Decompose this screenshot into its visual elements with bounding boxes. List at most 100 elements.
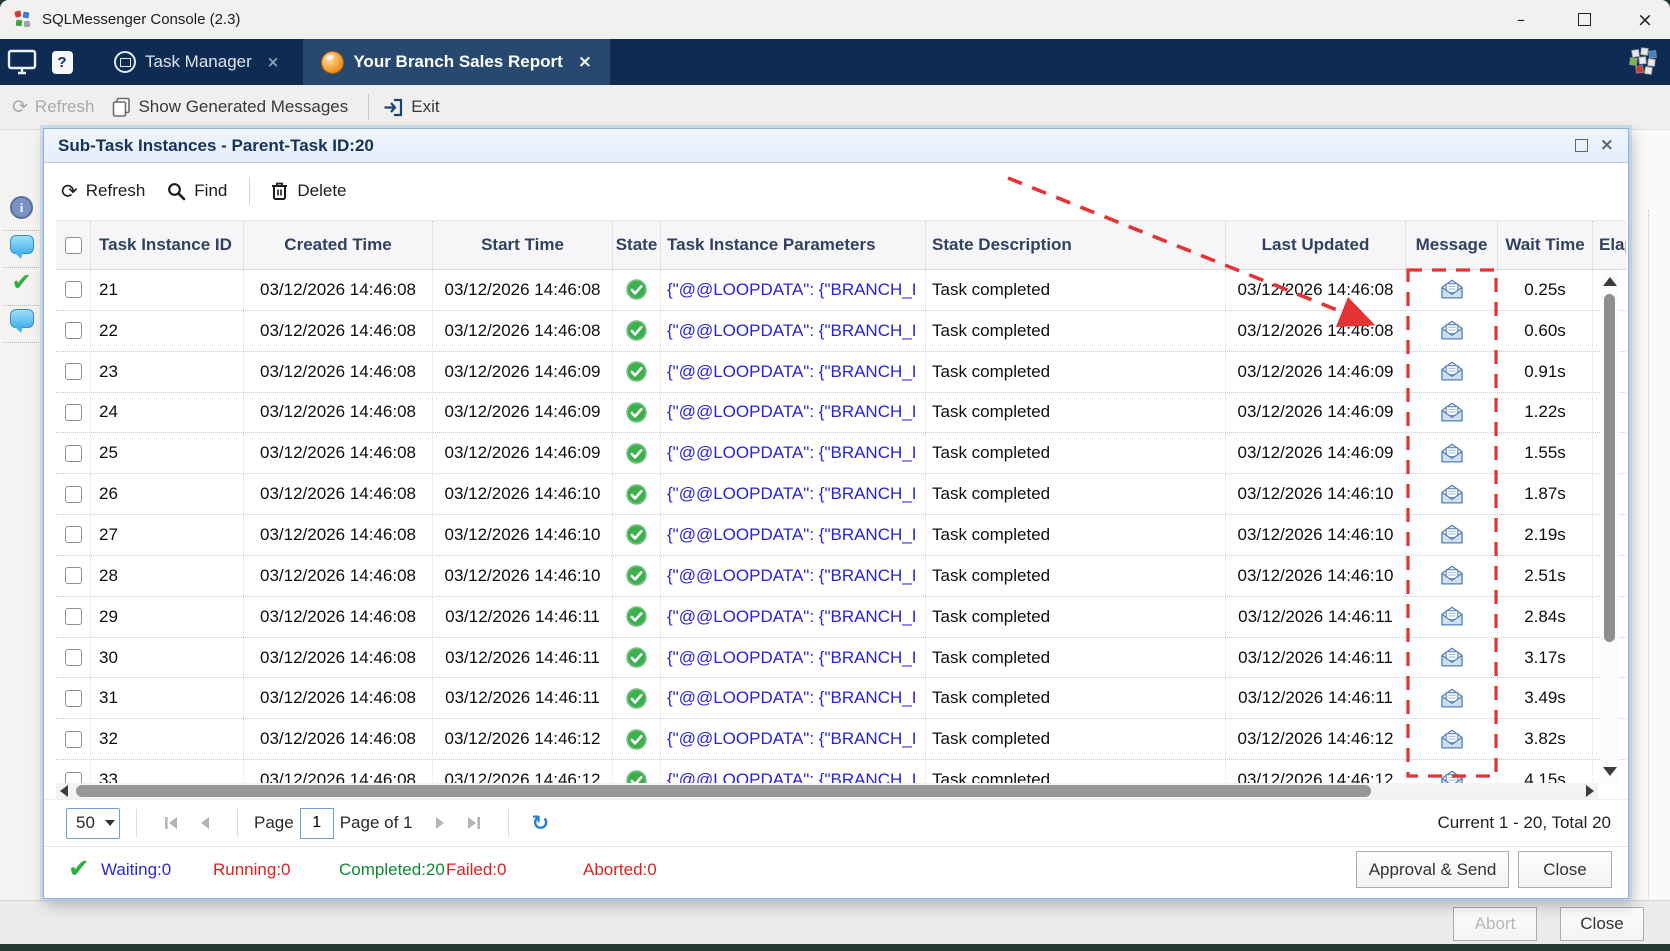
- page-number-input[interactable]: [300, 808, 334, 839]
- cell-task-instance-parameters[interactable]: {"@@LOOPDATA": {"BRANCH_I: [661, 311, 926, 351]
- message-envelope-icon[interactable]: [1440, 524, 1464, 545]
- row-checkbox[interactable]: [65, 363, 82, 380]
- row-checkbox[interactable]: [65, 486, 82, 503]
- col-wait-time[interactable]: Wait Time: [1498, 221, 1593, 269]
- dialog-maximize-icon[interactable]: [1575, 139, 1588, 152]
- row-checkbox[interactable]: [65, 281, 82, 298]
- row-checkbox[interactable]: [65, 445, 82, 462]
- row-checkbox[interactable]: [65, 649, 82, 666]
- table-row[interactable]: 21 03/12/2026 14:46:08 03/12/2026 14:46:…: [56, 270, 1626, 311]
- cell-task-instance-parameters[interactable]: {"@@LOOPDATA": {"BRANCH_I: [661, 474, 926, 514]
- message-envelope-icon[interactable]: [1440, 770, 1464, 783]
- message-envelope-icon[interactable]: [1440, 361, 1464, 382]
- abort-button[interactable]: Abort: [1453, 907, 1537, 941]
- cell-task-instance-parameters[interactable]: {"@@LOOPDATA": {"BRANCH_I: [661, 719, 926, 759]
- message-envelope-icon[interactable]: [1440, 729, 1464, 750]
- table-row[interactable]: 24 03/12/2026 14:46:08 03/12/2026 14:46:…: [56, 393, 1626, 434]
- cell-task-instance-parameters[interactable]: {"@@LOOPDATA": {"BRANCH_I: [661, 760, 926, 783]
- message-envelope-icon[interactable]: [1440, 647, 1464, 668]
- horizontal-scrollbar[interactable]: [56, 783, 1598, 799]
- cell-task-instance-parameters[interactable]: {"@@LOOPDATA": {"BRANCH_I: [661, 678, 926, 718]
- cell-task-instance-parameters[interactable]: {"@@LOOPDATA": {"BRANCH_I: [661, 433, 926, 473]
- select-all-checkbox[interactable]: [65, 237, 82, 254]
- table-row[interactable]: 25 03/12/2026 14:46:08 03/12/2026 14:46:…: [56, 433, 1626, 474]
- page-size-select[interactable]: 50: [66, 808, 120, 839]
- horizontal-scroll-thumb[interactable]: [76, 785, 1371, 797]
- check-icon[interactable]: ✔: [0, 270, 43, 294]
- message-envelope-icon[interactable]: [1440, 402, 1464, 423]
- tab-task-manager[interactable]: Task Manager ×: [96, 39, 297, 85]
- last-page-button[interactable]: [466, 816, 482, 830]
- console-monitor-icon[interactable]: [0, 39, 44, 85]
- close-button[interactable]: ×: [1619, 0, 1670, 39]
- cell-task-instance-parameters[interactable]: {"@@LOOPDATA": {"BRANCH_I: [661, 638, 926, 678]
- cell-task-instance-parameters[interactable]: {"@@LOOPDATA": {"BRANCH_I: [661, 270, 926, 310]
- col-state[interactable]: State: [613, 221, 661, 269]
- cell-task-instance-parameters[interactable]: {"@@LOOPDATA": {"BRANCH_I: [661, 597, 926, 637]
- scroll-left-arrow[interactable]: [60, 785, 68, 797]
- table-row[interactable]: 31 03/12/2026 14:46:08 03/12/2026 14:46:…: [56, 678, 1626, 719]
- col-elapsed[interactable]: Elapsed: [1593, 221, 1626, 269]
- cell-task-instance-parameters[interactable]: {"@@LOOPDATA": {"BRANCH_I: [661, 515, 926, 555]
- message-envelope-icon[interactable]: [1440, 443, 1464, 464]
- col-state-description[interactable]: State Description: [926, 221, 1226, 269]
- find-button[interactable]: Find: [167, 181, 227, 201]
- footer-close-button[interactable]: Close: [1560, 907, 1644, 941]
- pager-refresh-icon[interactable]: ↻: [531, 811, 549, 835]
- col-created-time[interactable]: Created Time: [244, 221, 433, 269]
- approval-send-button[interactable]: Approval & Send: [1356, 851, 1509, 888]
- table-row[interactable]: 32 03/12/2026 14:46:08 03/12/2026 14:46:…: [56, 719, 1626, 760]
- table-row[interactable]: 30 03/12/2026 14:46:08 03/12/2026 14:46:…: [56, 638, 1626, 679]
- table-row[interactable]: 26 03/12/2026 14:46:08 03/12/2026 14:46:…: [56, 474, 1626, 515]
- scroll-up-arrow[interactable]: [1603, 277, 1617, 286]
- vertical-scrollbar[interactable]: [1601, 270, 1618, 783]
- table-row[interactable]: 29 03/12/2026 14:46:08 03/12/2026 14:46:…: [56, 597, 1626, 638]
- comment-bubble-icon[interactable]: [0, 235, 43, 254]
- tab-close-icon[interactable]: ×: [267, 53, 280, 71]
- row-checkbox[interactable]: [65, 322, 82, 339]
- delete-button[interactable]: Delete: [270, 181, 346, 201]
- tab-close-icon[interactable]: ×: [578, 52, 592, 72]
- col-task-instance-id[interactable]: Task Instance ID: [91, 221, 244, 269]
- cell-task-instance-parameters[interactable]: {"@@LOOPDATA": {"BRANCH_I: [661, 556, 926, 596]
- info-icon[interactable]: i: [0, 196, 43, 219]
- cell-task-instance-parameters[interactable]: {"@@LOOPDATA": {"BRANCH_I: [661, 352, 926, 392]
- table-row[interactable]: 33 03/12/2026 14:46:08 03/12/2026 14:46:…: [56, 760, 1626, 783]
- previous-page-button[interactable]: [199, 816, 211, 830]
- cubes-app-icon[interactable]: [1629, 47, 1658, 77]
- table-row[interactable]: 23 03/12/2026 14:46:08 03/12/2026 14:46:…: [56, 352, 1626, 393]
- minimize-button[interactable]: –: [1495, 0, 1547, 39]
- maximize-button[interactable]: [1558, 0, 1610, 39]
- col-message[interactable]: Message: [1406, 221, 1498, 269]
- row-checkbox[interactable]: [65, 731, 82, 748]
- comment-bubble-icon[interactable]: [0, 309, 43, 328]
- message-envelope-icon[interactable]: [1440, 565, 1464, 586]
- message-envelope-icon[interactable]: [1440, 688, 1464, 709]
- first-page-button[interactable]: [163, 816, 179, 830]
- table-row[interactable]: 27 03/12/2026 14:46:08 03/12/2026 14:46:…: [56, 515, 1626, 556]
- show-generated-messages-button[interactable]: Show Generated Messages: [112, 97, 348, 117]
- col-last-updated[interactable]: Last Updated: [1226, 221, 1406, 269]
- col-start-time[interactable]: Start Time: [433, 221, 613, 269]
- row-checkbox[interactable]: [65, 404, 82, 421]
- row-checkbox[interactable]: [65, 772, 82, 783]
- dialog-refresh-button[interactable]: ⟳ Refresh: [61, 181, 145, 201]
- message-envelope-icon[interactable]: [1440, 279, 1464, 300]
- dialog-close-button[interactable]: Close: [1518, 851, 1612, 888]
- message-envelope-icon[interactable]: [1440, 484, 1464, 505]
- row-checkbox[interactable]: [65, 526, 82, 543]
- exit-button[interactable]: Exit: [383, 97, 439, 117]
- row-checkbox[interactable]: [65, 608, 82, 625]
- cell-task-instance-parameters[interactable]: {"@@LOOPDATA": {"BRANCH_I: [661, 393, 926, 433]
- row-checkbox[interactable]: [65, 690, 82, 707]
- next-page-button[interactable]: [434, 816, 446, 830]
- table-row[interactable]: 28 03/12/2026 14:46:08 03/12/2026 14:46:…: [56, 556, 1626, 597]
- message-envelope-icon[interactable]: [1440, 606, 1464, 627]
- dialog-close-icon[interactable]: ×: [1600, 137, 1614, 154]
- row-checkbox[interactable]: [65, 567, 82, 584]
- refresh-button[interactable]: ⟳ Refresh: [12, 97, 94, 117]
- table-row[interactable]: 22 03/12/2026 14:46:08 03/12/2026 14:46:…: [56, 311, 1626, 352]
- scroll-right-arrow[interactable]: [1586, 785, 1594, 797]
- message-envelope-icon[interactable]: [1440, 320, 1464, 341]
- col-task-instance-parameters[interactable]: Task Instance Parameters: [661, 221, 926, 269]
